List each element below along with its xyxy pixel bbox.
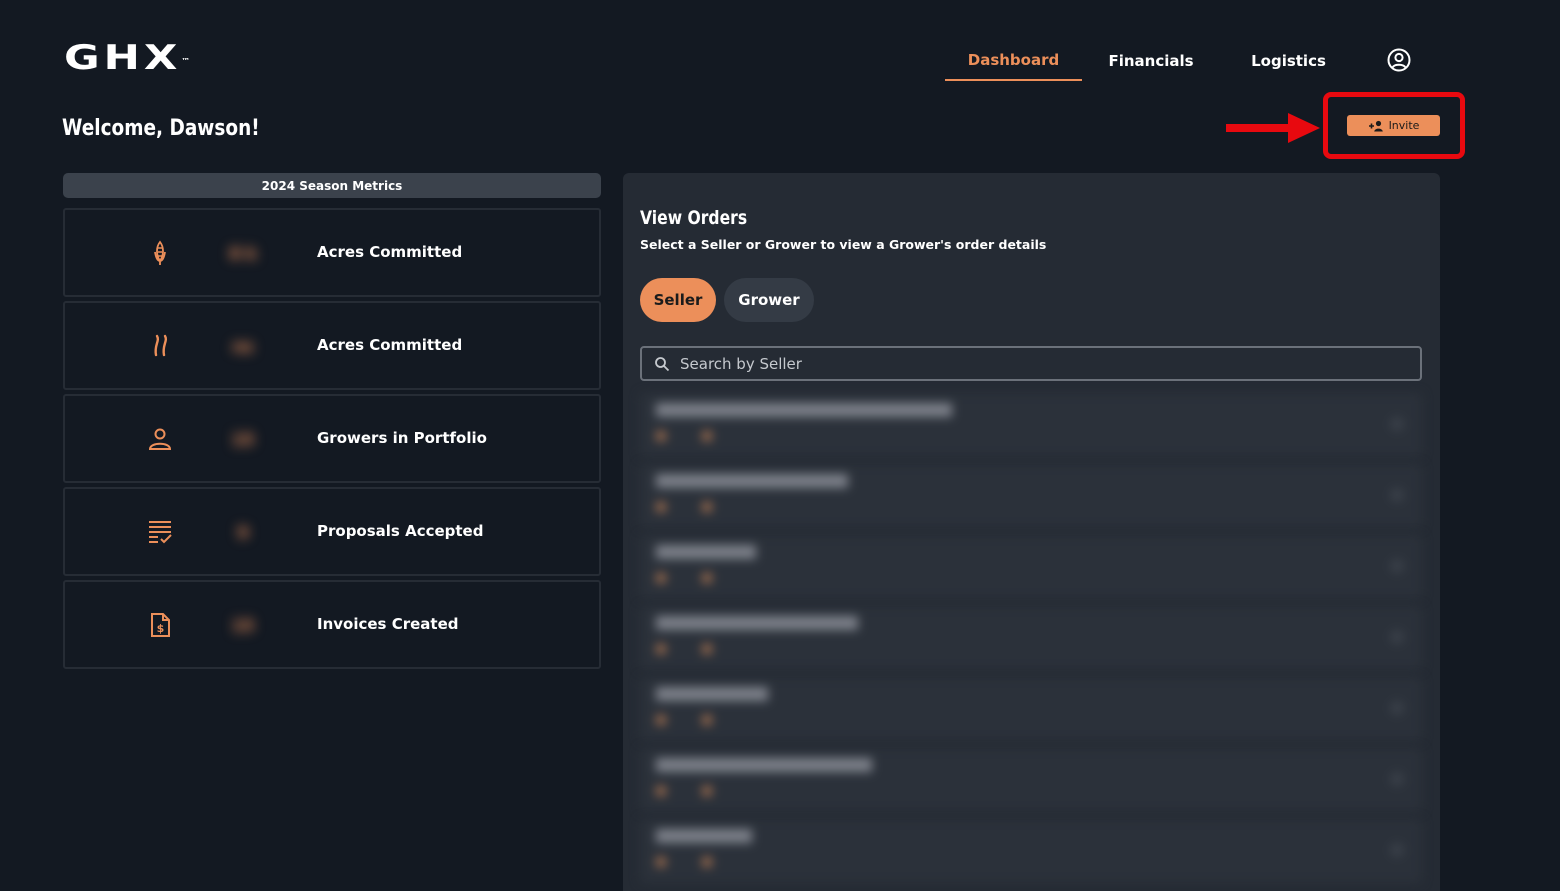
corn-icon <box>154 240 166 265</box>
logo-trademark: ™ <box>181 57 191 65</box>
invite-button[interactable]: Invite <box>1347 115 1440 136</box>
order-meta <box>656 855 718 868</box>
checklist-icon <box>149 521 172 544</box>
list-item[interactable] <box>640 535 1422 599</box>
order-name <box>656 687 768 701</box>
order-name <box>656 758 872 772</box>
dashboard-page: GHX™ Dashboard Financials Logistics Welc… <box>0 0 1560 891</box>
order-name <box>656 403 952 417</box>
welcome-heading: Welcome, Dawson! <box>62 116 260 141</box>
wheat-icon <box>154 334 168 357</box>
metric-value: 8 k <box>229 244 257 263</box>
invoice-icon: $ <box>151 613 170 637</box>
account-button[interactable] <box>1386 47 1412 73</box>
ghx-logo[interactable]: GHX™ <box>64 40 190 76</box>
list-item[interactable] <box>640 677 1422 741</box>
tab-dashboard[interactable]: Dashboard <box>945 40 1082 81</box>
metric-label: Acres Committed <box>317 243 463 261</box>
metric-label: Proposals Accepted <box>317 522 484 540</box>
person-icon <box>148 428 172 450</box>
metric-value: ns <box>232 337 254 356</box>
list-item[interactable] <box>640 606 1422 670</box>
list-item[interactable] <box>640 464 1422 528</box>
order-meta <box>656 642 718 655</box>
tab-logistics[interactable]: Logistics <box>1220 40 1357 81</box>
search-field <box>640 346 1422 381</box>
search-input[interactable] <box>680 348 1420 379</box>
list-item[interactable] <box>640 748 1422 812</box>
metric-value: 15 <box>231 616 255 635</box>
metric-card-acres-corn: 8 k Acres Committed <box>63 208 601 297</box>
metric-value: 9 <box>237 523 249 542</box>
search-icon <box>655 356 670 371</box>
view-orders-panel: View Orders Select a Seller or Grower to… <box>623 173 1440 891</box>
chevron-right-icon <box>1390 843 1404 857</box>
annotation-arrow <box>1226 113 1320 143</box>
account-circle-icon <box>1387 48 1411 72</box>
metric-card-acres-wheat: ns Acres Committed <box>63 301 601 390</box>
metric-label: Invoices Created <box>317 615 459 633</box>
list-item[interactable] <box>640 393 1422 457</box>
metric-card-growers: 15 Growers in Portfolio <box>63 394 601 483</box>
add-user-icon <box>1368 120 1383 131</box>
order-meta <box>656 429 718 442</box>
order-meta <box>656 571 718 584</box>
chevron-right-icon <box>1390 488 1404 502</box>
seller-toggle-button[interactable]: Seller <box>640 278 716 322</box>
chevron-right-icon <box>1390 630 1404 644</box>
orders-title: View Orders <box>640 207 748 229</box>
metric-label: Acres Committed <box>317 336 463 354</box>
svg-text:$: $ <box>157 622 165 635</box>
order-name <box>656 545 756 559</box>
order-meta <box>656 713 718 726</box>
chevron-right-icon <box>1390 559 1404 573</box>
order-name <box>656 829 752 843</box>
top-nav: Dashboard Financials Logistics <box>945 40 1357 82</box>
tab-financials[interactable]: Financials <box>1082 40 1220 81</box>
metric-card-invoices: $ 15 Invoices Created <box>63 580 601 669</box>
order-meta <box>656 784 718 797</box>
order-name <box>656 474 848 488</box>
metric-label: Growers in Portfolio <box>317 429 487 447</box>
metric-value: 15 <box>231 430 255 449</box>
chevron-right-icon <box>1390 417 1404 431</box>
chevron-right-icon <box>1390 701 1404 715</box>
invite-label: Invite <box>1388 119 1420 132</box>
chevron-right-icon <box>1390 772 1404 786</box>
season-metrics-header: 2024 Season Metrics <box>63 173 601 198</box>
metric-card-proposals: 9 Proposals Accepted <box>63 487 601 576</box>
logo-text: GHX <box>64 38 182 78</box>
order-name <box>656 616 858 630</box>
grower-toggle-button[interactable]: Grower <box>724 278 814 322</box>
list-item[interactable] <box>640 819 1422 883</box>
orders-subtitle: Select a Seller or Grower to view a Grow… <box>640 237 1047 252</box>
order-meta <box>656 500 718 513</box>
